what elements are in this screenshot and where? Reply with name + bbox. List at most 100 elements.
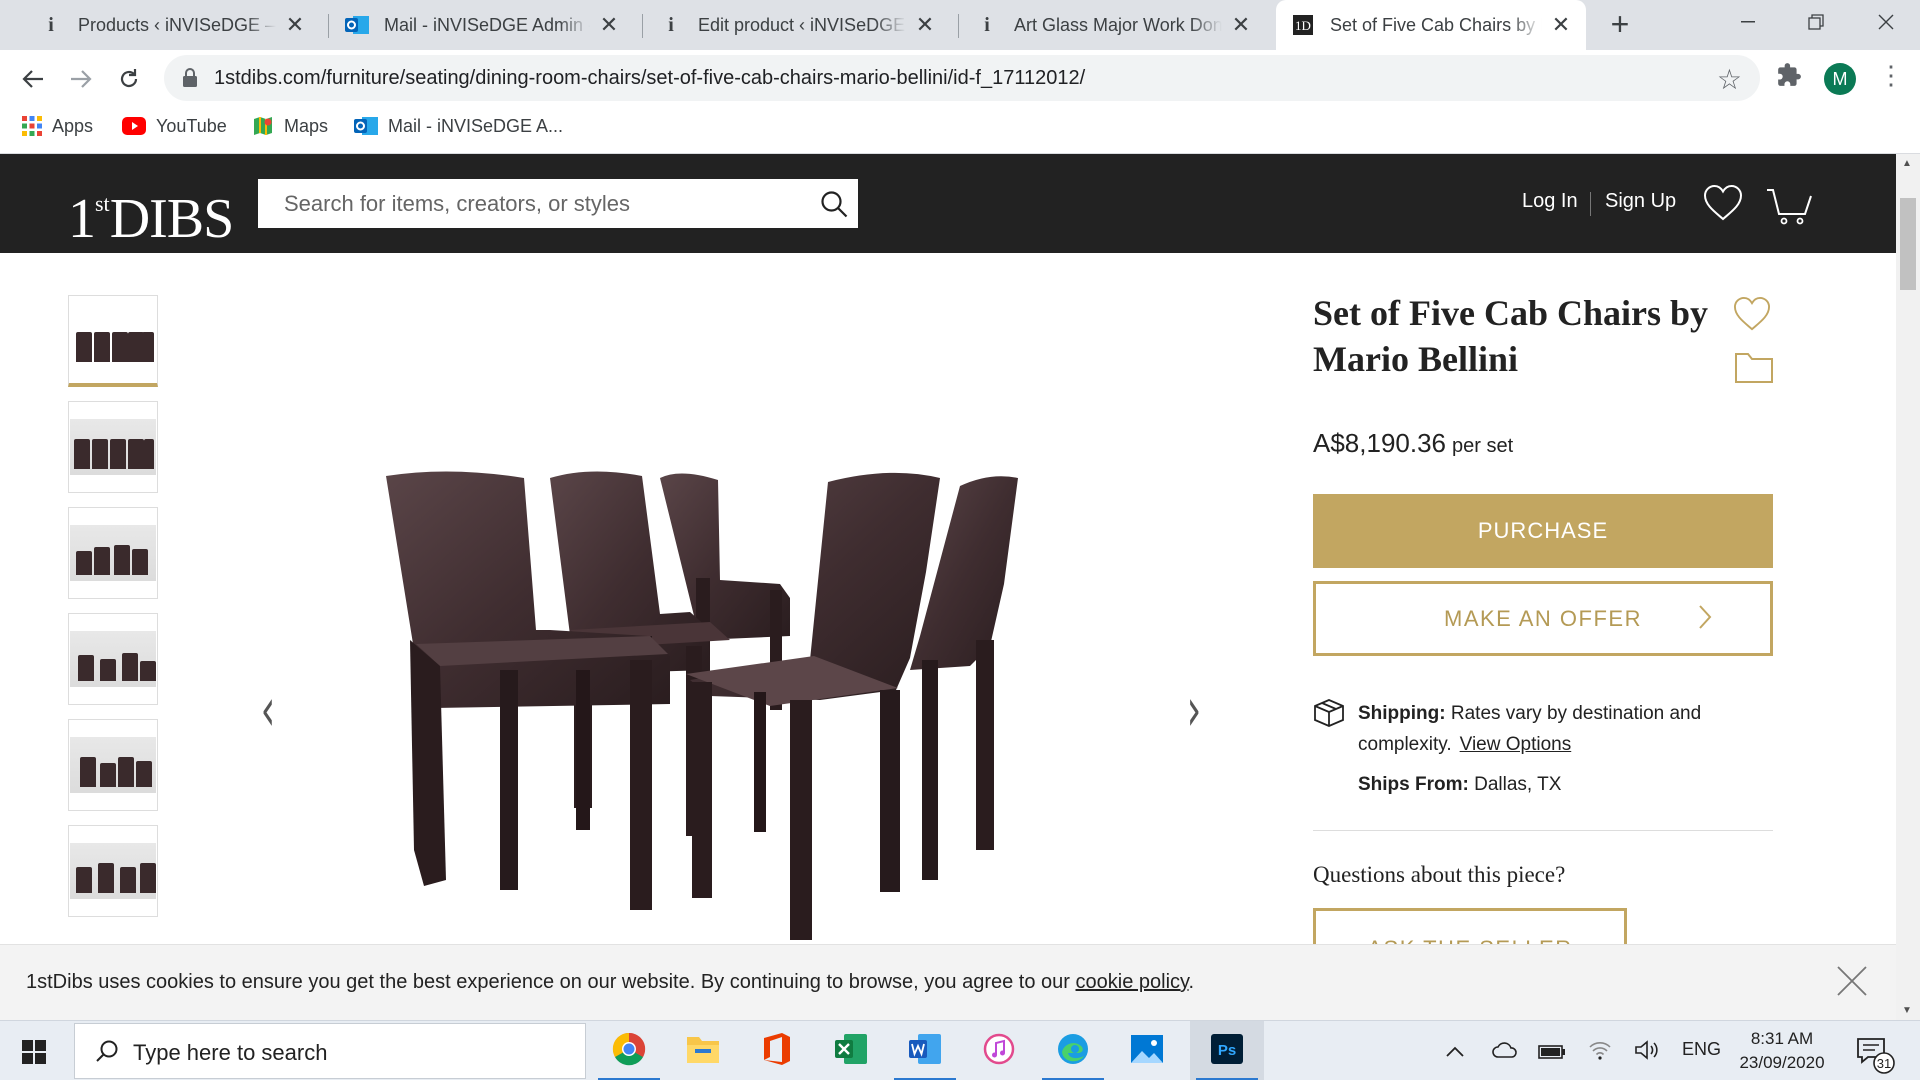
taskbar-itunes[interactable] <box>962 1021 1036 1080</box>
previous-image-arrow[interactable]: ‹ <box>261 680 275 740</box>
forward-button[interactable] <box>64 62 98 96</box>
taskbar-clock[interactable]: 8:31 AM 23/09/2020 <box>1732 1027 1832 1075</box>
thumbnail-image[interactable] <box>68 507 158 599</box>
site-search <box>258 179 858 228</box>
make-offer-button[interactable]: MAKE AN OFFER <box>1313 581 1773 656</box>
folder-icon[interactable] <box>1734 350 1774 389</box>
new-tab-button[interactable]: + <box>1604 8 1636 40</box>
volume-icon[interactable] <box>1634 1039 1660 1066</box>
onedrive-cloud-icon[interactable] <box>1492 1042 1518 1063</box>
info-icon: i <box>668 13 674 36</box>
taskbar-search[interactable]: Type here to search <box>74 1023 586 1079</box>
purchase-button[interactable]: PURCHASE <box>1313 494 1773 568</box>
show-hidden-icons-chevron-icon[interactable] <box>1446 1041 1464 1062</box>
clock-time: 8:31 AM <box>1750 1029 1814 1048</box>
url-text[interactable]: 1stdibs.com/furniture/seating/dining-roo… <box>214 55 1085 101</box>
close-cookie-banner-icon[interactable] <box>1836 965 1868 1002</box>
product-image[interactable] <box>350 460 1130 940</box>
thumbnail-image[interactable] <box>68 613 158 705</box>
extensions-puzzle-icon[interactable] <box>1776 62 1802 93</box>
svg-text:1D: 1D <box>1295 18 1311 33</box>
signup-link[interactable]: Sign Up <box>1605 190 1676 213</box>
close-tab-icon[interactable]: ✕ <box>284 12 306 37</box>
scrollbar-thumb[interactable] <box>1900 198 1916 290</box>
bookmark-maps[interactable]: Maps <box>252 106 328 146</box>
language-indicator[interactable]: ENG <box>1682 1039 1721 1060</box>
cookie-text: 1stDibs uses cookies to ensure you get t… <box>26 971 1070 993</box>
product-title: Set of Five Cab Chairs by Mario Bellini <box>1313 293 1708 379</box>
thumbnail-image[interactable] <box>68 295 158 387</box>
photos-icon <box>1130 1034 1164 1069</box>
back-button[interactable] <box>16 62 50 96</box>
browser-tab-active[interactable]: 1D Set of Five Cab Chairs by Mario Belli… <box>1276 0 1586 50</box>
word-icon <box>908 1033 942 1070</box>
taskbar-chrome[interactable] <box>592 1021 666 1080</box>
wifi-icon[interactable] <box>1588 1040 1612 1065</box>
taskbar-photos[interactable] <box>1110 1021 1184 1080</box>
tab-title: Art Glass Major Work Don Vogel <box>1014 14 1222 35</box>
make-offer-label: MAKE AN OFFER <box>1444 605 1642 631</box>
browser-tab[interactable]: i Edit product ‹ iNVISeDGE — WordPress ✕ <box>644 0 950 50</box>
battery-icon[interactable] <box>1538 1043 1566 1064</box>
reload-button[interactable] <box>112 62 146 96</box>
bookmarks-bar: Apps YouTube Maps Mail - iNVISeDGE A... <box>0 106 1920 154</box>
scroll-down-arrow-icon[interactable]: ▼ <box>1902 1005 1912 1016</box>
profile-avatar[interactable]: M <box>1824 63 1856 95</box>
thumbnail-image[interactable] <box>68 825 158 917</box>
taskbar-office[interactable] <box>740 1021 814 1080</box>
address-bar[interactable]: 1stdibs.com/furniture/seating/dining-roo… <box>164 55 1760 101</box>
thumbnail-image[interactable] <box>68 401 158 493</box>
outlook-icon <box>354 115 378 137</box>
taskbar-photoshop[interactable]: Ps <box>1190 1021 1264 1080</box>
restore-button[interactable] <box>1786 0 1846 44</box>
search-icon[interactable] <box>820 190 848 223</box>
close-tab-icon[interactable]: ✕ <box>1230 12 1252 37</box>
page-scrollbar[interactable]: ▲ ▼ <box>1896 154 1920 1020</box>
browser-tab[interactable]: i Products ‹ iNVISeDGE — WordPress ✕ <box>24 0 320 50</box>
bookmark-youtube[interactable]: YouTube <box>122 106 227 146</box>
thumbnail-image[interactable] <box>68 719 158 811</box>
browser-tab[interactable]: i Art Glass Major Work Don Vogel ✕ <box>960 0 1266 50</box>
close-tab-icon[interactable]: ✕ <box>914 12 936 37</box>
bookmark-star-icon[interactable]: ☆ <box>1717 63 1742 96</box>
site-logo[interactable]: 1stDIBS <box>68 176 234 247</box>
taskbar-edge[interactable] <box>1036 1021 1110 1080</box>
cookie-banner: 1stDibs uses cookies to ensure you get t… <box>0 944 1896 1020</box>
taskbar-excel[interactable] <box>814 1021 888 1080</box>
cookie-policy-link[interactable]: cookie policy <box>1076 971 1189 993</box>
close-tab-icon[interactable]: ✕ <box>1550 12 1572 37</box>
favorites-heart-icon[interactable] <box>1703 184 1743 227</box>
header-divider <box>1590 192 1591 216</box>
ships-from-label: Ships From: <box>1358 774 1469 795</box>
tab-title: Products ‹ iNVISeDGE — WordPress <box>78 14 276 35</box>
bookmark-apps[interactable]: Apps <box>22 106 93 146</box>
tab-separator <box>958 14 959 38</box>
browser-tab-strip: i Products ‹ iNVISeDGE — WordPress ✕ Mai… <box>0 0 1920 50</box>
file-explorer-icon <box>686 1034 720 1069</box>
taskbar-word[interactable] <box>888 1021 962 1080</box>
info-icon: i <box>984 13 990 36</box>
site-header: 1stDIBS Log In Sign Up <box>0 154 1896 253</box>
chrome-menu-icon[interactable]: ⋮ <box>1878 60 1904 91</box>
svg-text:Ps: Ps <box>1218 1042 1236 1059</box>
bookmark-mail[interactable]: Mail - iNVISeDGE A... <box>354 106 563 146</box>
1stdibs-icon: 1D <box>1290 12 1316 38</box>
notifications-icon[interactable]: 31 <box>1856 1035 1896 1080</box>
search-input[interactable] <box>258 179 798 228</box>
photoshop-icon: Ps <box>1210 1033 1244 1070</box>
next-image-arrow[interactable]: › <box>1187 680 1201 740</box>
login-link[interactable]: Log In <box>1522 190 1578 213</box>
close-tab-icon[interactable]: ✕ <box>598 12 620 37</box>
view-options-link[interactable]: View Options <box>1460 734 1572 755</box>
browser-tab[interactable]: Mail - iNVISeDGE Admin - Outlook ✕ <box>330 0 634 50</box>
minimize-button[interactable] <box>1718 0 1778 44</box>
windows-start-icon[interactable] <box>22 1040 46 1069</box>
cart-icon[interactable] <box>1766 186 1814 231</box>
favorite-heart-icon[interactable] <box>1733 296 1771 337</box>
itunes-icon <box>983 1033 1015 1070</box>
taskbar-file-explorer[interactable] <box>666 1021 740 1080</box>
scroll-up-arrow-icon[interactable]: ▲ <box>1902 158 1912 169</box>
lock-icon[interactable] <box>182 68 198 93</box>
bookmark-label: Mail - iNVISeDGE A... <box>388 115 564 136</box>
close-window-button[interactable] <box>1856 0 1916 44</box>
